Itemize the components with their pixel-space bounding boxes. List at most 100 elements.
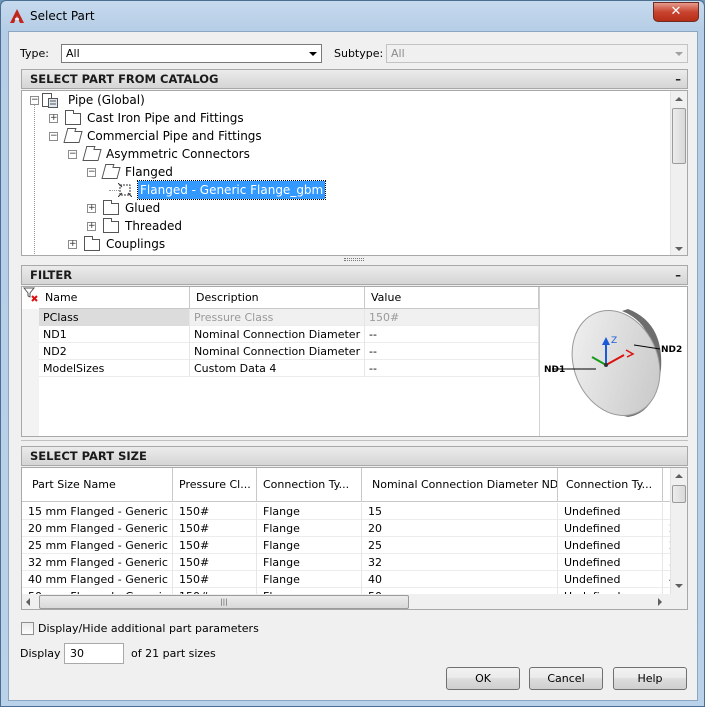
tree-node[interactable]: − Commercial Pipe and Fittings: [22, 127, 662, 145]
part-size-section-title: SELECT PART SIZE: [30, 449, 147, 463]
tree-node-label[interactable]: Commercial Pipe and Fittings: [87, 127, 262, 145]
help-button[interactable]: Help: [613, 667, 687, 690]
subtype-label: Subtype:: [334, 47, 384, 60]
filter-value-cell[interactable]: 150#: [365, 309, 539, 326]
scroll-down-icon[interactable]: [675, 247, 683, 251]
filter-name-cell: PClass: [39, 309, 190, 326]
part-preview: ND1 ND2 Z: [539, 287, 687, 436]
catalog-section-header[interactable]: SELECT PART FROM CATALOG –: [21, 69, 688, 89]
sizes-horizontal-scrollbar[interactable]: |||: [22, 594, 687, 609]
filter-section-header[interactable]: FILTER –: [21, 265, 688, 285]
display-params-label[interactable]: Display/Hide additional part parameters: [38, 622, 259, 635]
ok-button[interactable]: OK: [446, 667, 520, 690]
scroll-right-icon[interactable]: [658, 598, 662, 606]
window-title: Select Part: [30, 9, 95, 23]
filter-row[interactable]: ModelSizes Custom Data 4 --: [39, 360, 539, 377]
close-button[interactable]: ✕: [653, 2, 699, 22]
expand-icon[interactable]: +: [87, 222, 96, 231]
pressure-class-cell: 150#: [173, 571, 257, 588]
pressure-class-cell: 150#: [173, 554, 257, 571]
tree-node[interactable]: − Pipe (Global): [22, 91, 662, 109]
horizontal-scroll-thumb[interactable]: |||: [39, 595, 409, 609]
collapse-icon[interactable]: −: [87, 168, 96, 177]
filter-col-name[interactable]: Name: [39, 287, 190, 309]
tree-node[interactable]: + Glued: [22, 199, 662, 217]
connection-type-cell: Flange: [257, 571, 362, 588]
scroll-down-icon[interactable]: [675, 584, 683, 588]
scroll-up-icon[interactable]: [675, 474, 683, 478]
tree-node[interactable]: + Threaded: [22, 217, 662, 235]
folder-open-icon: [101, 167, 121, 179]
title-bar[interactable]: Select Part ✕: [1, 1, 704, 31]
dialog-client-area: Type: All Subtype: All SELECT PART FROM …: [8, 31, 698, 701]
splitter-grip[interactable]: [344, 258, 364, 261]
expand-icon[interactable]: +: [87, 204, 96, 213]
table-row[interactable]: 40 mm Flanged - Generic Fl...150#Flange4…: [22, 571, 671, 588]
tree-node[interactable]: − Flanged: [22, 163, 662, 181]
scroll-thumb[interactable]: [672, 108, 686, 164]
tree-node[interactable]: Flanged - Generic Flange_gbm: [22, 180, 662, 200]
collapse-filter-button[interactable]: –: [675, 266, 681, 284]
filter-row[interactable]: ND2 Nominal Connection Diameter N... --: [39, 343, 539, 360]
tree-node[interactable]: + Couplings: [22, 235, 662, 253]
tree-node-label[interactable]: Cast Iron Pipe and Fittings: [87, 109, 244, 127]
catalog-vertical-scrollbar[interactable]: [670, 91, 687, 255]
part-size-grid[interactable]: Part Size Name Pressure Cl... Connection…: [21, 467, 688, 610]
display-count-input[interactable]: 30: [64, 643, 124, 664]
col-nominal-diameter[interactable]: Nominal Connection Diameter ND1...: [362, 468, 558, 502]
connection-type-cell: Flange: [257, 520, 362, 537]
filter-row[interactable]: PClass Pressure Class 150#: [39, 309, 539, 326]
type-combo[interactable]: All: [61, 44, 322, 63]
col-pressure-class[interactable]: Pressure Cl...: [173, 468, 257, 502]
table-row[interactable]: 32 mm Flanged - Generic Fl...150#Flange3…: [22, 554, 671, 571]
autocad-app-icon: [10, 9, 24, 23]
filter-row[interactable]: ND1 Nominal Connection Diameter N... --: [39, 326, 539, 343]
filter-col-description[interactable]: Description: [190, 287, 365, 309]
expand-icon[interactable]: +: [49, 114, 58, 123]
scroll-left-icon[interactable]: [26, 598, 30, 606]
tree-node-label[interactable]: Flanged - Generic Flange_gbm: [136, 180, 327, 200]
folder-icon: [84, 236, 100, 251]
nominal-diameter-cell: 32: [362, 554, 558, 571]
tree-node-label[interactable]: Threaded: [125, 217, 182, 235]
subtype-combo-value: All: [391, 47, 405, 60]
display-params-checkbox[interactable]: [21, 622, 34, 635]
flange-preview-image: ND1 ND2 Z: [544, 309, 682, 417]
scroll-thumb[interactable]: [672, 485, 686, 503]
cancel-button[interactable]: Cancel: [529, 667, 603, 690]
scroll-up-icon[interactable]: [675, 97, 683, 101]
tree-node-label[interactable]: Couplings: [106, 235, 165, 253]
filter-value-cell[interactable]: --: [365, 343, 539, 360]
catalog-tree[interactable]: − Pipe (Global) + Cast Iron Pipe and Fittin…: [21, 90, 688, 256]
chevron-down-icon: [675, 52, 683, 56]
collapse-icon[interactable]: −: [68, 150, 77, 159]
filter-value-cell[interactable]: --: [365, 326, 539, 343]
tree-node[interactable]: + Cast Iron Pipe and Fittings: [22, 109, 662, 127]
collapse-catalog-button[interactable]: –: [675, 70, 681, 88]
col-connection-type-2[interactable]: Connection Ty...: [558, 468, 663, 502]
chevron-down-icon: [309, 52, 317, 56]
subtype-combo[interactable]: All: [386, 44, 688, 63]
expand-icon[interactable]: +: [68, 240, 77, 249]
filter-value-cell[interactable]: --: [365, 360, 539, 377]
connection-type-2-cell: Undefined: [558, 503, 663, 520]
folder-icon: [103, 218, 119, 233]
tree-node-label[interactable]: Asymmetric Connectors: [106, 145, 250, 163]
sizes-vertical-scrollbar[interactable]: [670, 468, 687, 594]
filter-row-gutter: [22, 309, 39, 436]
connection-type-cell: Flange: [257, 554, 362, 571]
tree-node-label[interactable]: Glued: [125, 199, 160, 217]
pressure-class-cell: 150#: [173, 537, 257, 554]
tree-node-label[interactable]: Pipe (Global): [68, 91, 145, 109]
table-row[interactable]: 15 mm Flanged - Generic Fl...150#Flange1…: [22, 503, 671, 520]
collapse-icon[interactable]: −: [49, 132, 58, 141]
filter-col-value[interactable]: Value: [365, 287, 539, 309]
col-part-size-name[interactable]: Part Size Name: [22, 468, 173, 502]
tree-node-label[interactable]: Flanged: [125, 163, 173, 181]
table-row[interactable]: 20 mm Flanged - Generic Fl...150#Flange2…: [22, 520, 671, 537]
table-row[interactable]: 25 mm Flanged - Generic Fl...150#Flange2…: [22, 537, 671, 554]
clear-filter-icon[interactable]: [23, 287, 39, 303]
nd1-label: ND1: [544, 365, 565, 375]
tree-node[interactable]: − Asymmetric Connectors: [22, 145, 662, 163]
col-connection-type-1[interactable]: Connection Ty...: [257, 468, 362, 502]
